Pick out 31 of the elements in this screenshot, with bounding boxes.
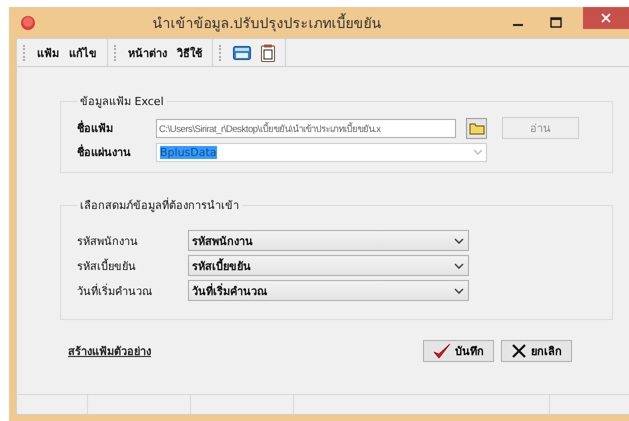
app-logo-icon bbox=[21, 16, 35, 30]
field-label: วันที่เริ่มคำนวณ bbox=[77, 282, 153, 300]
menu-item[interactable]: แฟ้ม bbox=[37, 44, 59, 62]
menu-item[interactable]: วิธีใช้ bbox=[177, 44, 202, 62]
chevron-down-icon bbox=[473, 149, 483, 155]
close-button[interactable] bbox=[583, 7, 629, 29]
save-button[interactable]: บันทึก bbox=[423, 340, 494, 362]
field-label: ชื่อแผ่นงาน bbox=[77, 143, 132, 161]
chevron-down-icon bbox=[454, 262, 464, 268]
menu-item[interactable]: หน้าต่าง bbox=[128, 44, 167, 62]
column-dropdown[interactable]: รหัสพนักงาน bbox=[188, 230, 469, 251]
cancel-button[interactable]: ยกเลิก bbox=[501, 340, 572, 362]
file-path-field[interactable]: C:\Users\Sirirat_r\Desktop\เบี้ยขยัน\นำเข้าประเภทเบี้ยขยัน.x bbox=[156, 118, 456, 138]
group-title: ข้อมูลแฟ้ม Excel bbox=[79, 94, 165, 110]
browse-button[interactable] bbox=[466, 118, 487, 138]
close-icon bbox=[600, 12, 612, 24]
create-sample-link[interactable]: สร้างแฟ้มตัวอย่าง bbox=[68, 342, 151, 360]
chevron-down-icon bbox=[454, 288, 464, 294]
field-label: รหัสพนักงาน bbox=[77, 234, 139, 250]
field-label: ชื่อแฟ้ม bbox=[77, 119, 114, 137]
column-dropdown[interactable]: วันที่เริ่มคำนวณ bbox=[188, 280, 469, 301]
window-title: นำเข้าข้อมูล.ปรับปรุงประเภทเบี้ยขยัน bbox=[35, 12, 499, 34]
chevron-down-icon bbox=[454, 238, 464, 244]
menu-item[interactable]: แก้ไข bbox=[69, 44, 97, 62]
maximize-icon[interactable] bbox=[550, 16, 562, 28]
group-title: เลือกสดมภ์ข้อมูลที่ต้องการนำเข้า bbox=[79, 196, 240, 214]
field-label: รหัสเบี้ยขยัน bbox=[77, 258, 137, 274]
checkmark-icon bbox=[433, 343, 451, 359]
cross-icon bbox=[511, 343, 527, 359]
clipboard-icon[interactable] bbox=[261, 44, 275, 62]
column-dropdown[interactable]: รหัสเบี้ยขยัน bbox=[188, 255, 469, 276]
